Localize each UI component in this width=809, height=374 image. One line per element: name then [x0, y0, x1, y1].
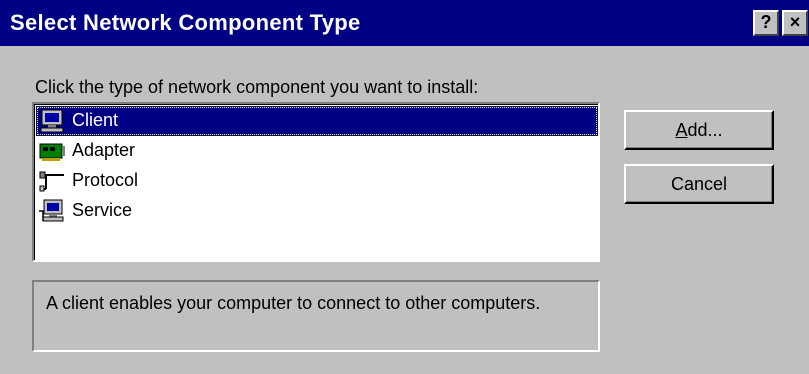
list-item-label: Service [72, 200, 133, 220]
add-button[interactable]: Add... [624, 110, 774, 150]
list-item-label: Protocol [72, 170, 139, 190]
description-text: A client enables your computer to connec… [46, 293, 541, 313]
title-bar[interactable]: Select Network Component Type ? × [0, 0, 809, 46]
list-item-label: Client [72, 110, 119, 130]
list-item-label: Adapter [72, 140, 136, 160]
help-button[interactable]: ? [753, 10, 779, 36]
description-box: A client enables your computer to connec… [32, 280, 600, 352]
list-item-adapter[interactable]: Adapter [36, 136, 598, 166]
close-button[interactable]: × [782, 10, 808, 36]
list-item-service[interactable]: Service [36, 196, 598, 226]
instruction-label: Click the type of network component you … [35, 77, 479, 97]
window-title: Select Network Component Type [10, 10, 361, 35]
cancel-button[interactable]: Cancel [624, 164, 774, 204]
list-item-client[interactable]: Client [36, 106, 598, 136]
client-computer-icon [38, 109, 66, 133]
component-type-listbox[interactable]: Client Adapter Protocol Service [32, 102, 600, 262]
adapter-card-icon [38, 139, 66, 163]
list-item-protocol[interactable]: Protocol [36, 166, 598, 196]
protocol-cable-icon [38, 169, 66, 193]
select-network-component-dialog: Select Network Component Type ? × Click … [0, 0, 809, 374]
service-computer-icon [38, 199, 66, 223]
